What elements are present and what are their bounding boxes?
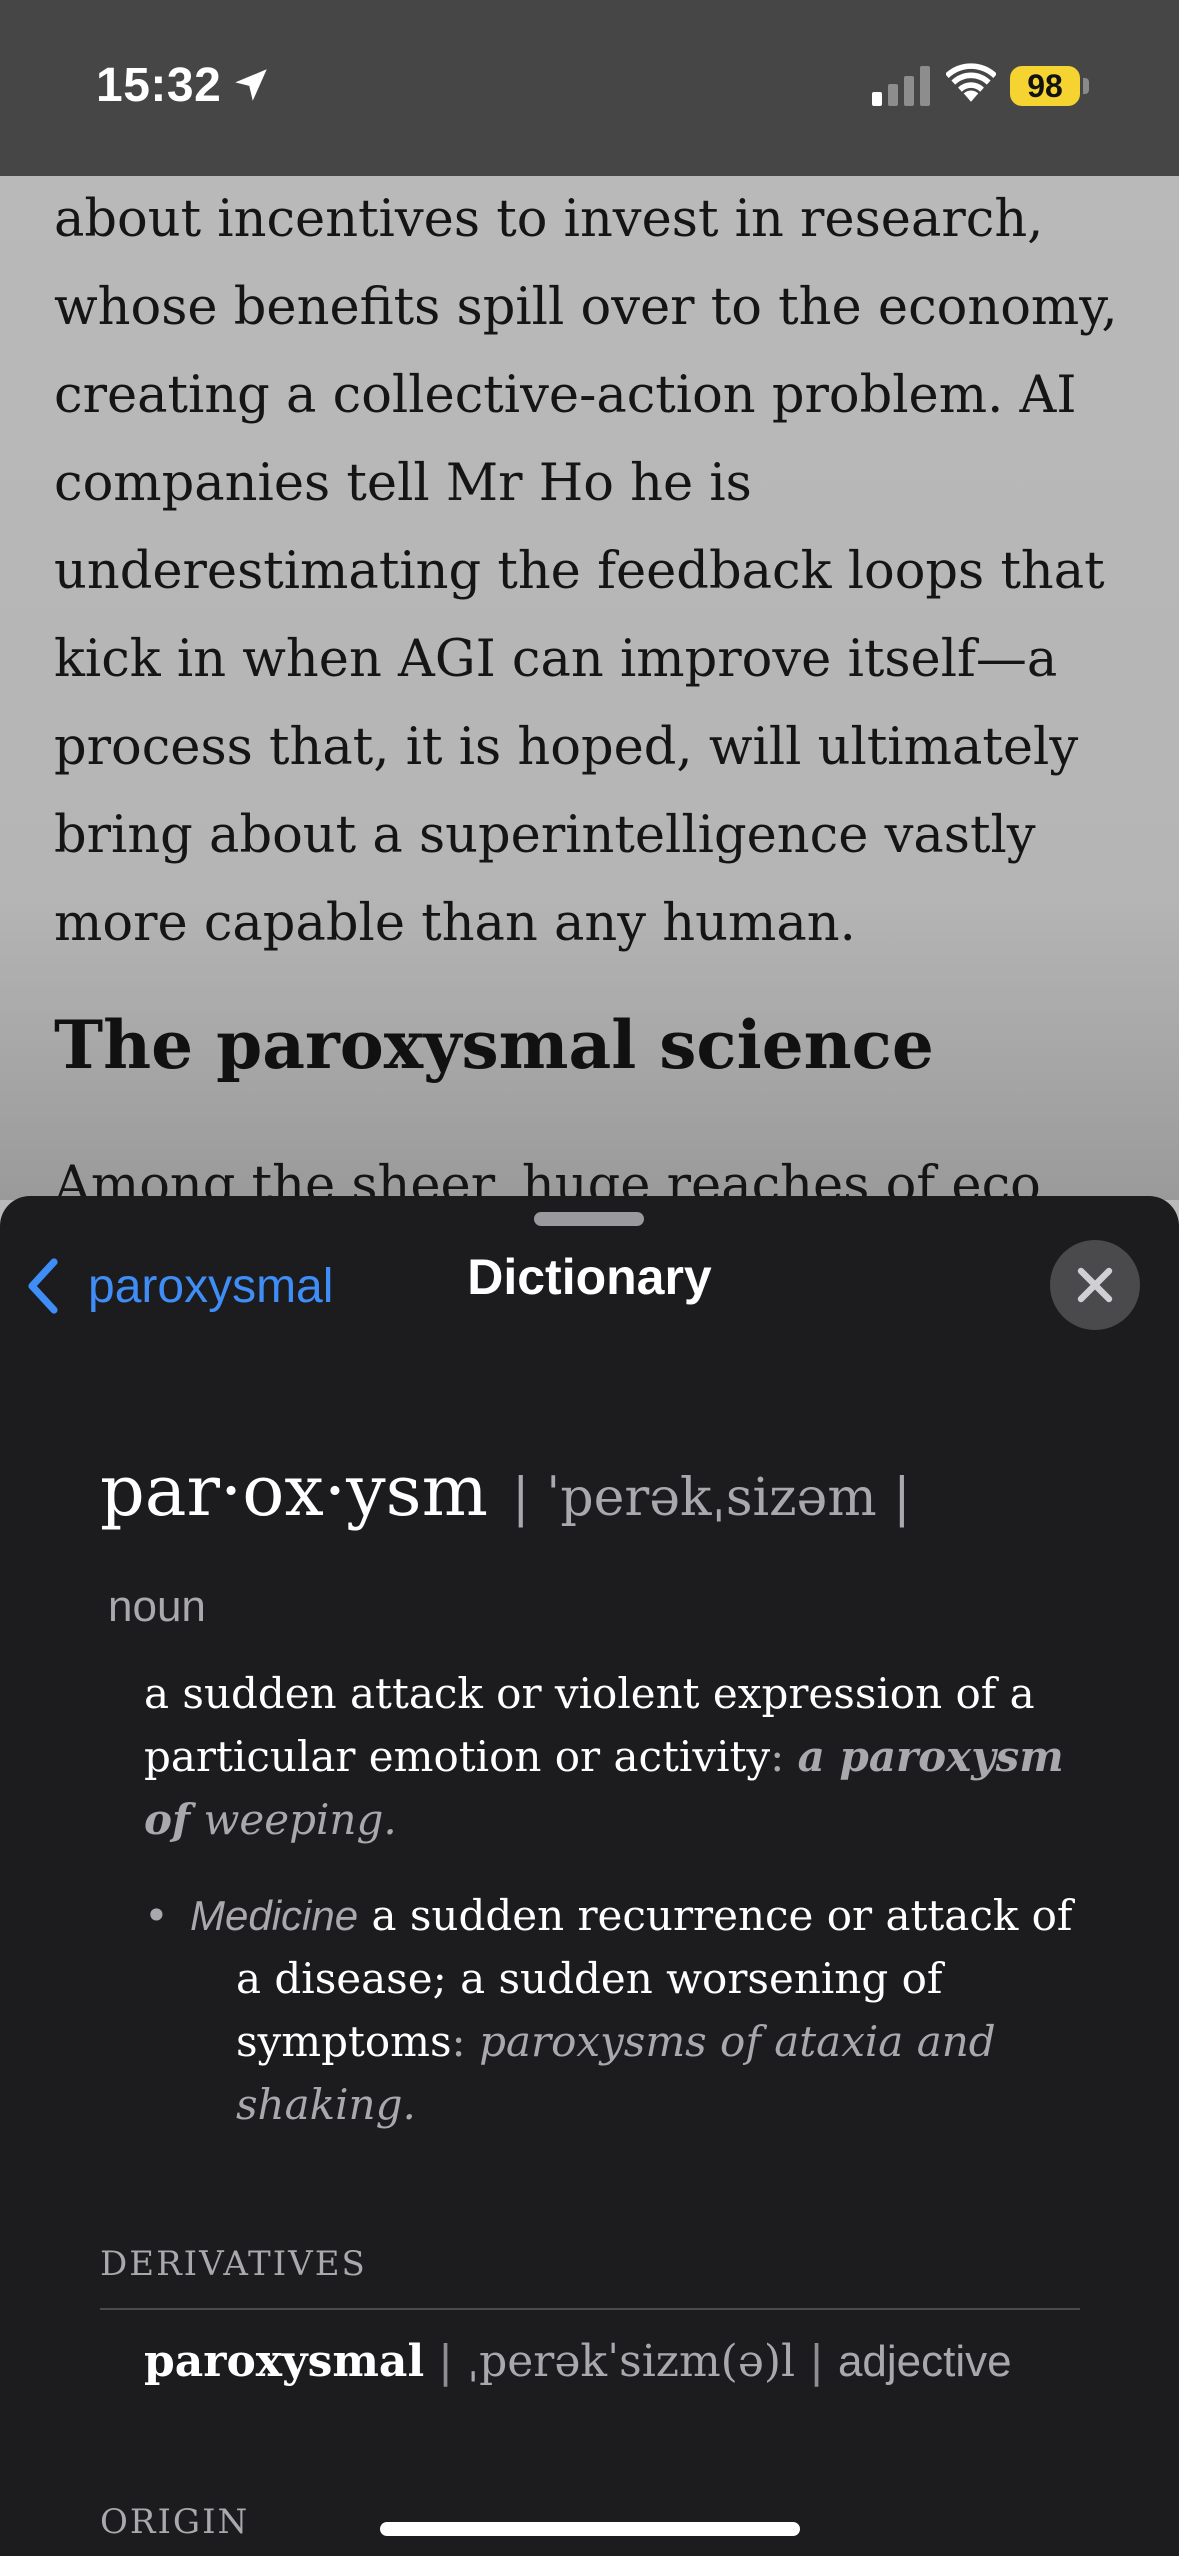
close-x-icon bbox=[1077, 1267, 1113, 1303]
definition-colon: : bbox=[451, 2017, 466, 2066]
article-line: more capable than any human. bbox=[54, 894, 856, 953]
definition-sense-1: a sudden attack or violent expression of… bbox=[144, 1662, 1064, 1851]
example-text: weeping. bbox=[203, 1795, 397, 1844]
example-text: shaking. bbox=[236, 2080, 416, 2129]
sheet-title: Dictionary bbox=[467, 1249, 712, 1305]
example-phrase: of bbox=[144, 1795, 191, 1844]
article-line: companies tell Mr Ho he is bbox=[54, 454, 752, 513]
derivative-row: paroxysmal | ˌperəkˈsizm(ə)l | adjective bbox=[144, 2332, 1012, 2392]
definition-line: Medicine a sudden recurrence or attack o… bbox=[190, 1884, 1072, 1947]
headword: par·ox·ysm bbox=[100, 1450, 488, 1532]
bullet: • bbox=[144, 1891, 169, 1940]
definition-line: symptoms: paroxysms of ataxia and bbox=[190, 2010, 1072, 2073]
divider bbox=[100, 2308, 1080, 2310]
article-line: kick in when AGI can improve itself—a bbox=[54, 630, 1058, 689]
derivative-part-of-speech: adjective bbox=[837, 2337, 1012, 2386]
location-arrow-icon bbox=[235, 69, 267, 101]
definition-text: symptoms bbox=[236, 2017, 452, 2066]
definition-sense-2: Medicine a sudden recurrence or attack o… bbox=[190, 1884, 1072, 2136]
definition-text: a sudden recurrence or attack of bbox=[371, 1891, 1073, 1940]
cellular-signal-icon bbox=[872, 66, 930, 106]
definition-line: of weeping. bbox=[144, 1788, 1064, 1851]
separator: | bbox=[809, 2336, 824, 2387]
close-button[interactable] bbox=[1050, 1240, 1140, 1330]
definition-line: a sudden attack or violent expression of… bbox=[144, 1669, 1035, 1718]
example-text: paroxysms of ataxia and bbox=[479, 2017, 996, 2066]
article-line: process that, it is hoped, will ultimate… bbox=[54, 718, 1079, 777]
article-section-heading: The paroxysmal science bbox=[54, 1006, 934, 1084]
article-line: underestimating the feedback loops that bbox=[54, 542, 1105, 601]
separator: | bbox=[438, 2336, 453, 2387]
battery-cap bbox=[1083, 78, 1089, 94]
origin-label: ORIGIN bbox=[100, 2502, 250, 2542]
domain-label: Medicine bbox=[190, 1892, 359, 1939]
example-phrase: a paroxysm bbox=[797, 1732, 1064, 1781]
definition-line: a disease; a sudden worsening of bbox=[236, 1954, 943, 2003]
article-body: about incentives to invest in research, … bbox=[54, 176, 1154, 968]
status-time: 15:32 bbox=[96, 59, 222, 112]
dictionary-sheet: paroxysmal Dictionary par·ox·ysm | ˈperə… bbox=[0, 1196, 1179, 2556]
definition-line: shaking. bbox=[190, 2073, 1072, 2136]
status-bar: 15:32 98 bbox=[0, 0, 1179, 176]
sheet-grabber[interactable] bbox=[534, 1212, 644, 1226]
battery-icon: 98 bbox=[1010, 66, 1080, 106]
definition-colon: : bbox=[770, 1732, 785, 1781]
article-line: bring about a superintelligence vastly bbox=[54, 806, 1036, 865]
derivative-pronunciation: ˌperəkˈsizm(ə)l bbox=[466, 2336, 796, 2387]
pronunciation: | ˈperəkˌsizəm | bbox=[512, 1468, 911, 1528]
derivative-word: paroxysmal bbox=[144, 2336, 425, 2387]
home-indicator[interactable] bbox=[380, 2522, 800, 2536]
article-line: creating a collective-action problem. AI bbox=[54, 366, 1077, 425]
article-line: about incentives to invest in research, bbox=[54, 190, 1044, 249]
definition-text: particular emotion or activity bbox=[144, 1732, 771, 1781]
article-cut-line: Among the sheer, huge reaches of eco bbox=[54, 1156, 1041, 1200]
wifi-icon bbox=[946, 63, 996, 102]
derivatives-label: DERIVATIVES bbox=[100, 2244, 367, 2284]
article-line: whose benefits spill over to the economy… bbox=[54, 278, 1118, 337]
part-of-speech: noun bbox=[108, 1582, 206, 1631]
definition-line: particular emotion or activity: a paroxy… bbox=[144, 1725, 1064, 1788]
article-background: about incentives to invest in research, … bbox=[0, 176, 1179, 1200]
battery-level: 98 bbox=[1027, 68, 1063, 104]
